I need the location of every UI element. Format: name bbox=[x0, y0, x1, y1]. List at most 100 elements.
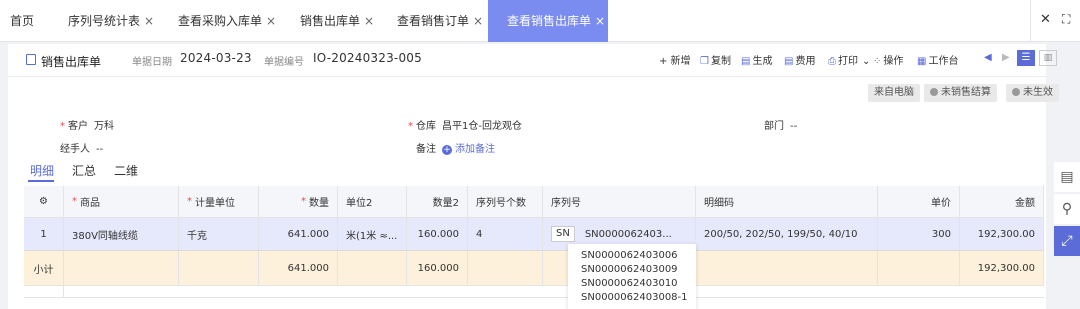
warehouse-value[interactable]: 昌平1仓-回龙观仓 bbox=[442, 121, 522, 132]
copy-label: 复制 bbox=[710, 56, 731, 67]
column-settings-icon[interactable]: ⚙ bbox=[24, 186, 64, 217]
header-label: 数量2 bbox=[432, 198, 459, 209]
tab-detail[interactable]: 明细 bbox=[30, 162, 54, 179]
tab-sales-outbound[interactable]: 销售出库单 × bbox=[300, 0, 374, 42]
close-icon[interactable]: × bbox=[595, 14, 605, 28]
date-label: 单据日期 bbox=[132, 57, 172, 68]
summary-label: 小计 bbox=[24, 251, 64, 285]
product-cell[interactable]: 380V同轴线缆 bbox=[64, 218, 179, 250]
list-item[interactable]: SN0000062403006 bbox=[581, 250, 678, 261]
department-value[interactable]: -- bbox=[790, 121, 797, 132]
active-tab-indicator bbox=[28, 180, 54, 182]
close-icon[interactable]: × bbox=[266, 14, 276, 28]
col-serial-count[interactable]: 序列号个数 bbox=[468, 186, 543, 217]
unit2-cell[interactable]: 米(1米 ≈... bbox=[338, 218, 407, 250]
tab-view-purchase-inbound[interactable]: 查看采购入库单 × bbox=[178, 0, 276, 42]
col-detail-code[interactable]: 明细码 bbox=[696, 186, 878, 217]
summary-empty bbox=[179, 251, 259, 285]
attachment-icon[interactable]: ⚲ bbox=[1054, 194, 1080, 224]
summary-empty bbox=[64, 251, 179, 285]
close-all-icon[interactable]: ✕ bbox=[1040, 12, 1051, 27]
header-divider bbox=[8, 76, 1046, 77]
tab-summary[interactable]: 汇总 bbox=[72, 162, 96, 179]
list-item[interactable]: SN0000062403008-1 bbox=[581, 292, 688, 303]
header-label: 序列号个数 bbox=[476, 198, 526, 209]
source-badge: 来自电脑 bbox=[868, 84, 920, 102]
summary-empty bbox=[468, 251, 543, 285]
tab-view-sales-order[interactable]: 查看销售订单 × bbox=[397, 0, 483, 42]
generate-button[interactable]: ▤ 生成 bbox=[741, 52, 772, 67]
status-dot-icon bbox=[1012, 88, 1020, 96]
col-unit[interactable]: * 计量单位 bbox=[179, 186, 259, 217]
expense-button[interactable]: ▤ 费用 bbox=[784, 52, 815, 67]
department-label: 部门 bbox=[764, 121, 784, 132]
close-icon[interactable]: × bbox=[473, 14, 483, 28]
document-icon bbox=[26, 54, 36, 65]
list-view-icon[interactable]: ☰ bbox=[1017, 50, 1035, 66]
next-icon[interactable]: ▶ bbox=[1002, 52, 1010, 63]
amount-cell[interactable]: 192,300.00 bbox=[960, 218, 1044, 250]
empty-cell bbox=[24, 286, 64, 297]
clipboard-icon[interactable]: ▤ bbox=[1054, 162, 1080, 192]
price-cell[interactable]: 300 bbox=[878, 218, 960, 250]
col-qty2[interactable]: 数量2 bbox=[407, 186, 468, 217]
print-button[interactable]: ⎙ 打印 ⌄ bbox=[828, 52, 870, 67]
summary-empty bbox=[878, 251, 960, 285]
tab-view-sales-outbound[interactable]: 查看销售出库单 × bbox=[488, 0, 608, 42]
table-row[interactable]: 1 380V同轴线缆 千克 641.000 米(1米 ≈... 160.000 … bbox=[24, 218, 1044, 251]
table-header-row: ⚙ * 商品 * 计量单位 * 数量 单位2 数量2 序列号个数 序列号 明细码 单价… bbox=[24, 186, 1044, 218]
expense-icon: ▤ bbox=[784, 56, 794, 67]
department-field: 部门 -- bbox=[764, 117, 797, 132]
tab-home[interactable]: 首页 bbox=[10, 0, 34, 42]
required-mark: * bbox=[301, 196, 306, 207]
workbench-button[interactable]: ▦ 工作台 bbox=[917, 52, 958, 67]
qty2-cell[interactable]: 160.000 bbox=[407, 218, 468, 250]
close-icon[interactable]: × bbox=[364, 14, 374, 28]
prev-icon[interactable]: ◀ bbox=[984, 52, 992, 63]
detail-code-cell[interactable]: 200/50, 202/50, 199/50, 40/10 bbox=[696, 218, 878, 250]
divider bbox=[1030, 0, 1031, 42]
serial-count-cell[interactable]: 4 bbox=[468, 218, 543, 250]
tab-serial-stats[interactable]: 序列号统计表 × bbox=[68, 0, 154, 42]
col-product[interactable]: * 商品 bbox=[64, 186, 179, 217]
generate-icon: ▤ bbox=[741, 56, 751, 67]
copy-button[interactable]: ❐ 复制 bbox=[700, 52, 731, 67]
header-label: 单价 bbox=[931, 198, 951, 209]
tab-label: 序列号统计表 bbox=[68, 14, 141, 28]
add-button[interactable]: + 新增 bbox=[659, 52, 691, 67]
col-qty[interactable]: * 数量 bbox=[259, 186, 338, 217]
handler-field: 经手人 -- bbox=[60, 140, 103, 155]
unit-cell[interactable]: 千克 bbox=[179, 218, 259, 250]
expense-label: 费用 bbox=[795, 56, 816, 67]
header-label: 序列号 bbox=[551, 198, 581, 209]
customer-field: * 客户 万科 bbox=[60, 117, 114, 132]
header-label: 数量 bbox=[309, 198, 329, 209]
tab-label: 销售出库单 bbox=[300, 14, 361, 28]
customer-value[interactable]: 万科 bbox=[94, 121, 114, 132]
tab-strip: 首页 序列号统计表 × 查看采购入库单 × 销售出库单 × 查看销售订单 × 查看销售出… bbox=[0, 0, 1080, 42]
summary-qty2: 160.000 bbox=[407, 251, 468, 285]
qty-cell[interactable]: 641.000 bbox=[259, 218, 338, 250]
grid-view-icon[interactable]: ▥ bbox=[1039, 50, 1057, 66]
col-amount[interactable]: 金额 bbox=[960, 186, 1044, 217]
number-label: 单据编号 bbox=[264, 57, 304, 68]
number-value: IO-20240323-005 bbox=[313, 51, 422, 65]
remark-field: 备注 + 添加备注 bbox=[416, 140, 495, 155]
copy-icon: ❐ bbox=[700, 56, 709, 67]
col-price[interactable]: 单价 bbox=[878, 186, 960, 217]
close-icon[interactable]: × bbox=[144, 14, 154, 28]
col-serial[interactable]: 序列号 bbox=[543, 186, 696, 217]
required-mark: * bbox=[408, 121, 413, 132]
list-item[interactable]: SN0000062403009 bbox=[581, 264, 678, 275]
tab-2d[interactable]: 二维 bbox=[114, 162, 138, 179]
required-mark: * bbox=[187, 196, 192, 207]
fullscreen-icon[interactable]: ⛶ bbox=[1062, 12, 1070, 27]
handler-value[interactable]: -- bbox=[96, 144, 103, 155]
serial-value: SN0000062403... bbox=[584, 228, 672, 240]
col-unit2[interactable]: 单位2 bbox=[338, 186, 407, 217]
workbench-label: 工作台 bbox=[928, 56, 959, 67]
expand-icon[interactable]: ⤢ bbox=[1054, 226, 1080, 256]
add-remark-link[interactable]: + 添加备注 bbox=[442, 144, 495, 155]
list-item[interactable]: SN0000062403010 bbox=[581, 278, 678, 289]
operate-button[interactable]: ⁘ 操作 bbox=[873, 52, 903, 67]
